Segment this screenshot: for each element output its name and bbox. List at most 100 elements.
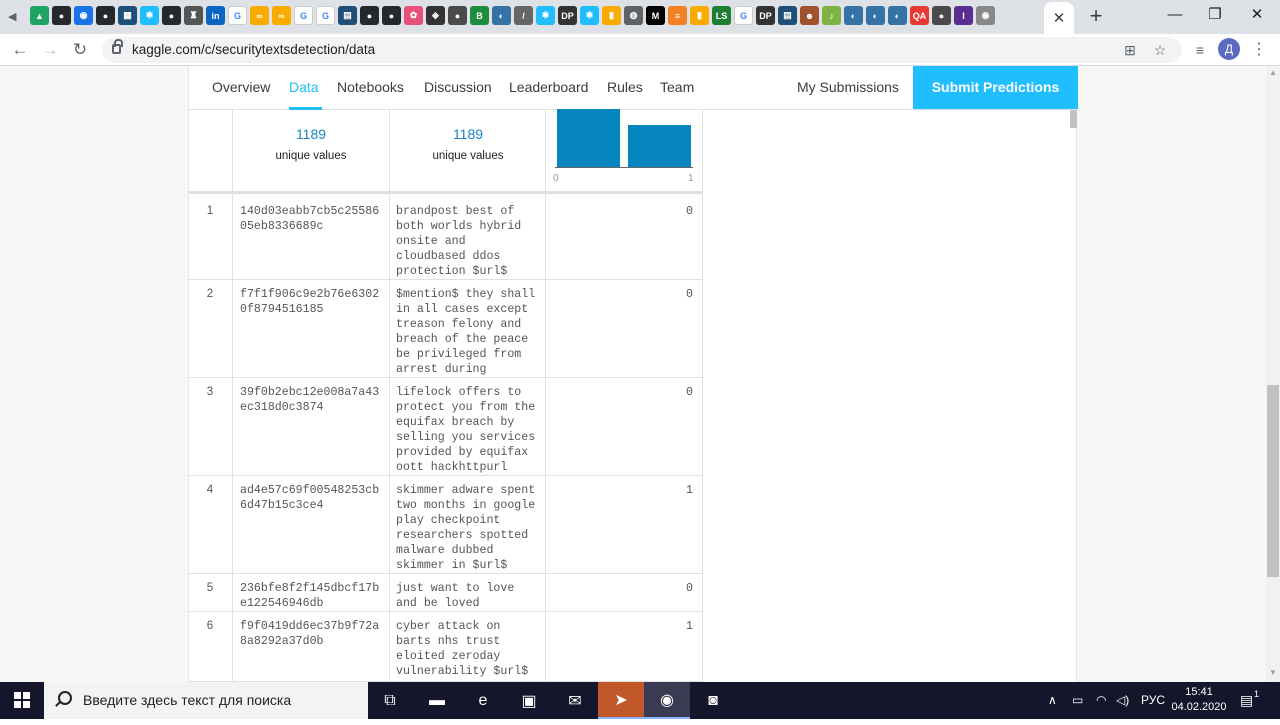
python-icon[interactable]: ◐ [844,6,863,25]
url-text[interactable]: kaggle.com/c/securitytextsdetection/data [132,42,375,57]
linkedin-icon[interactable]: in [206,6,225,25]
note-icon[interactable]: ♪ [822,6,841,25]
clock-date: 04.02.2020 [1171,701,1227,713]
medium-icon[interactable]: M [646,6,665,25]
translate-icon[interactable]: ⊞ [1120,40,1140,60]
github-icon[interactable]: ● [52,6,71,25]
google-icon[interactable]: G [294,6,313,25]
tray-overflow-icon[interactable]: ∧ [1048,682,1057,719]
store-icon[interactable]: ▣ [506,682,552,719]
dp-icon[interactable]: DP [558,6,577,25]
kaggle-icon[interactable]: ✱ [536,6,555,25]
github-icon[interactable]: ● [96,6,115,25]
profile-avatar[interactable]: Д [1218,38,1240,60]
window-close-icon[interactable]: ✕ [1234,0,1280,30]
doc-icon[interactable]: ▤ [338,6,357,25]
google-icon[interactable]: G [734,6,753,25]
wifi-icon[interactable]: ◠ [1096,682,1106,719]
battery-icon[interactable]: ▭ [1072,682,1083,719]
i-icon[interactable]: I [954,6,973,25]
edge-icon[interactable]: ◉ [74,6,93,25]
tab-search-icon[interactable]: ◀ [8,9,24,25]
content-scrollbar[interactable] [1070,110,1077,128]
python-icon[interactable]: ◐ [866,6,885,25]
dot-icon[interactable]: ● [932,6,951,25]
start-button-icon[interactable] [14,692,30,708]
ls-icon[interactable]: LS [712,6,731,25]
python-icon[interactable]: ◐ [492,6,511,25]
system-clock[interactable]: 15:41 04.02.2020 [1166,685,1232,715]
reading-list-icon[interactable]: ≡ [1188,38,1212,62]
row-target: 0 [686,582,693,595]
edge-browser-icon[interactable]: e [460,682,506,719]
tab-team[interactable]: Team [660,79,694,95]
reload-icon[interactable]: ↻ [68,38,92,62]
my-submissions-link[interactable]: My Submissions [797,79,899,95]
slash-icon[interactable]: / [514,6,533,25]
row-id: 236bfe8f2f145dbcf17b e122546946db [240,582,380,610]
github-icon[interactable]: ● [162,6,181,25]
tab-overview[interactable]: Overview [212,79,270,95]
drive-icon[interactable]: ▲ [30,6,49,25]
page-scrollbar[interactable] [1266,66,1280,682]
mail-icon[interactable]: ✉ [552,682,598,719]
tab-leaderboard[interactable]: Leaderboard [509,79,588,95]
back-arrow-icon[interactable]: ← [8,38,32,62]
bars-icon[interactable]: ▮ [690,6,709,25]
person-icon[interactable]: ♜ [184,6,203,25]
github-icon[interactable]: ● [382,6,401,25]
restore-icon[interactable]: ❐ [1192,0,1238,30]
chrome-icon[interactable]: ◉ [644,682,690,719]
doc-icon[interactable]: ▤ [778,6,797,25]
histogram-tick-label: 0 [553,173,559,184]
bookmark-star-icon[interactable]: ☆ [1150,40,1170,60]
dot-icon[interactable]: ● [448,6,467,25]
stack-icon[interactable]: ≡ [668,6,687,25]
page-scrollbar-thumb[interactable] [1267,385,1279,577]
tab-discussion[interactable]: Discussion [424,79,492,95]
infinity-icon[interactable]: ∞ [272,6,291,25]
pinned-tabs: ▲ ● ◉ ● ▦ ✱ ● ♜ in G ∞ ∞ G G ▤ ● ● ✿ ◈ ● B ◐ / ✱ DP ✱ ▮ ◍ M ≡ ▮ LS G DP ▤ ☻… [30,6,995,28]
language-indicator[interactable]: РУС [1141,682,1165,719]
scroll-down-icon[interactable]: ▼ [1266,666,1280,680]
google-icon[interactable]: G [228,6,247,25]
discord-icon[interactable]: ◙ [690,682,736,719]
tab-data[interactable]: Data [289,79,319,95]
kaggle-icon[interactable]: ✱ [580,6,599,25]
github-icon[interactable]: ● [360,6,379,25]
new-tab-button[interactable]: + [1084,4,1108,28]
infinity-icon[interactable]: ∞ [250,6,269,25]
kaggle-icon[interactable]: ✱ [140,6,159,25]
histogram-bar-0[interactable] [557,109,620,167]
notification-center-icon[interactable]: ▤ [1240,682,1253,719]
tab-notebooks[interactable]: Notebooks [337,79,404,95]
address-bar[interactable]: kaggle.com/c/securitytextsdetection/data… [102,37,1182,63]
scroll-up-icon[interactable]: ▲ [1266,66,1280,80]
volume-icon[interactable]: ◁) [1116,682,1129,719]
diamond-icon[interactable]: ◈ [426,6,445,25]
qa-icon[interactable]: QA [910,6,929,25]
bars-icon[interactable]: ▮ [602,6,621,25]
b-icon[interactable]: B [470,6,489,25]
tab-rules[interactable]: Rules [607,79,643,95]
dp-icon[interactable]: DP [756,6,775,25]
chart-icon[interactable]: ▦ [118,6,137,25]
histogram-bar-1[interactable] [628,125,691,167]
google-icon[interactable]: G [316,6,335,25]
flower-icon[interactable]: ✿ [404,6,423,25]
browser-menu-icon[interactable]: ⋮ [1251,38,1267,62]
file-explorer-icon[interactable]: ▬ [414,682,460,719]
telegram-icon[interactable]: ➤ [598,682,644,719]
globe-icon[interactable]: ◍ [624,6,643,25]
taskbar-search[interactable]: Введите здесь текст для поиска [44,682,368,719]
photo-icon[interactable]: ☻ [800,6,819,25]
python-icon[interactable]: ◐ [888,6,907,25]
forward-arrow-icon[interactable]: → [38,38,62,62]
submit-predictions-button[interactable]: Submit Predictions [913,66,1078,109]
search-placeholder: Введите здесь текст для поиска [83,692,292,708]
table-row: 5 236bfe8f2f145dbcf17b e122546946db just w… [189,574,702,612]
task-view-icon[interactable]: ⧉ [367,682,413,719]
active-tab-close-icon[interactable]: ✕ [1044,2,1074,34]
dot-icon[interactable]: ◉ [976,6,995,25]
lock-icon [112,39,123,54]
